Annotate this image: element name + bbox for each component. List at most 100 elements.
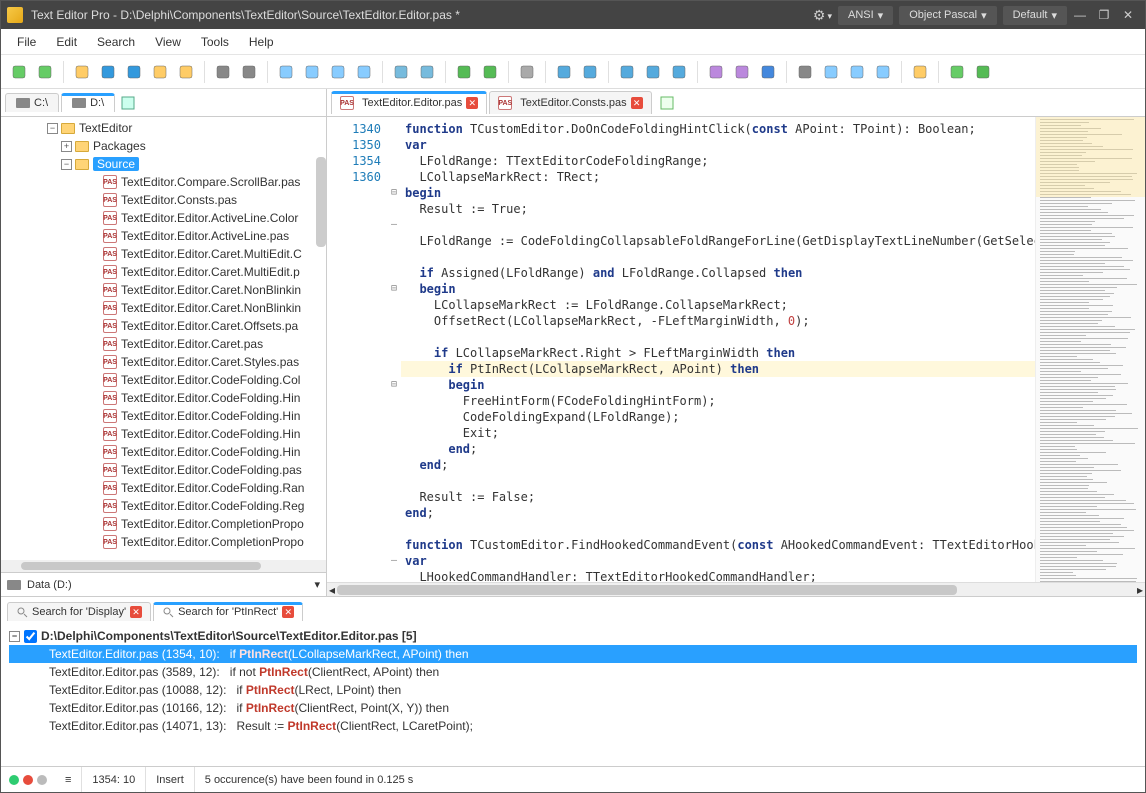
theme-dropdown[interactable]: Default▾: [1003, 6, 1067, 25]
expander-icon[interactable]: −: [61, 159, 72, 170]
compare-3-button[interactable]: [326, 60, 350, 84]
editor-hscroll[interactable]: ◂▸: [327, 582, 1145, 596]
code-line[interactable]: begin: [401, 185, 1035, 201]
tree-item[interactable]: PASTextEditor.Consts.pas: [1, 191, 326, 209]
fold-marker[interactable]: [387, 505, 401, 521]
minimize-button[interactable]: —: [1069, 6, 1091, 24]
tree-item[interactable]: +Packages: [1, 137, 326, 155]
note-button[interactable]: [945, 60, 969, 84]
new-file-plus-button[interactable]: [33, 60, 57, 84]
search-result-row[interactable]: TextEditor.Editor.pas (10166, 12): if Pt…: [9, 699, 1137, 717]
menu-tools[interactable]: Tools: [191, 31, 239, 53]
fold-marker[interactable]: [387, 233, 401, 249]
tree-item[interactable]: PASTextEditor.Editor.Caret.MultiEdit.C: [1, 245, 326, 263]
minimap-viewport[interactable]: [1036, 117, 1145, 197]
search-tab[interactable]: Search for 'Display'✕: [7, 602, 151, 621]
tree-item[interactable]: PASTextEditor.Editor.ActiveLine.Color: [1, 209, 326, 227]
fold-marker[interactable]: [387, 137, 401, 153]
fold-marker[interactable]: [387, 169, 401, 185]
tree-item[interactable]: PASTextEditor.Editor.CodeFolding.Hin: [1, 443, 326, 461]
code-line[interactable]: begin: [401, 281, 1035, 297]
close-icon[interactable]: ✕: [282, 606, 294, 618]
compare-2-button[interactable]: [300, 60, 324, 84]
print-button[interactable]: [211, 60, 235, 84]
menu-help[interactable]: Help: [239, 31, 284, 53]
fold-marker[interactable]: ⊟: [387, 281, 401, 297]
code-area[interactable]: function TCustomEditor.DoOnCodeFoldingHi…: [401, 117, 1035, 582]
open-folder-button[interactable]: [148, 60, 172, 84]
tree-item[interactable]: PASTextEditor.Editor.CodeFolding.Col: [1, 371, 326, 389]
search-result-row[interactable]: TextEditor.Editor.pas (3589, 12): if not…: [9, 663, 1137, 681]
paragraph-button[interactable]: [756, 60, 780, 84]
fold-column[interactable]: ⊟–⊟⊟–: [387, 117, 401, 582]
outdent-button[interactable]: [415, 60, 439, 84]
minimap[interactable]: [1035, 117, 1145, 582]
new-tab-button[interactable]: [654, 92, 680, 114]
tree-item[interactable]: −TextEditor: [1, 119, 326, 137]
close-icon[interactable]: ✕: [631, 97, 643, 109]
language-dropdown[interactable]: Object Pascal▾: [899, 6, 996, 25]
bookmark-button[interactable]: [704, 60, 728, 84]
tree-item[interactable]: PASTextEditor.Editor.Caret.pas: [1, 335, 326, 353]
status-dot-run[interactable]: [9, 775, 19, 785]
fold-marker[interactable]: [387, 393, 401, 409]
code-line[interactable]: Result := True;: [401, 201, 1035, 217]
window-1-button[interactable]: [819, 60, 843, 84]
fold-marker[interactable]: ⊟: [387, 185, 401, 201]
fold-marker[interactable]: –: [387, 217, 401, 233]
sort-desc-button[interactable]: [478, 60, 502, 84]
fold-marker[interactable]: [387, 425, 401, 441]
tree-item[interactable]: PASTextEditor.Editor.ActiveLine.pas: [1, 227, 326, 245]
tree-item[interactable]: PASTextEditor.Editor.CodeFolding.Hin: [1, 389, 326, 407]
code-line[interactable]: LHookedCommandHandler: TTextEditorHooked…: [401, 569, 1035, 582]
code-line[interactable]: [401, 249, 1035, 265]
filter-button[interactable]: [515, 60, 539, 84]
code-line[interactable]: if LCollapseMarkRect.Right > FLeftMargin…: [401, 345, 1035, 361]
fold-marker[interactable]: [387, 441, 401, 457]
save-all-button[interactable]: [122, 60, 146, 84]
tree-item[interactable]: PASTextEditor.Editor.CompletionPropo: [1, 533, 326, 551]
expander-icon[interactable]: −: [47, 123, 58, 134]
code-editor[interactable]: 1340135013541360 ⊟–⊟⊟– function TCustomE…: [327, 117, 1145, 582]
fold-marker[interactable]: [387, 489, 401, 505]
code-line[interactable]: OffsetRect(LCollapseMarkRect, -FLeftMarg…: [401, 313, 1035, 329]
close-icon[interactable]: ✕: [466, 97, 478, 109]
tree-item[interactable]: PASTextEditor.Editor.Caret.MultiEdit.p: [1, 263, 326, 281]
fold-marker[interactable]: [387, 329, 401, 345]
code-line[interactable]: [401, 329, 1035, 345]
fold-marker[interactable]: [387, 521, 401, 537]
fold-marker[interactable]: [387, 313, 401, 329]
maximize-button[interactable]: ❐: [1093, 6, 1115, 24]
close-button[interactable]: ✕: [1117, 6, 1139, 24]
code-line[interactable]: [401, 217, 1035, 233]
tree-item[interactable]: PASTextEditor.Editor.CodeFolding.Hin: [1, 425, 326, 443]
search-results-body[interactable]: − D:\Delphi\Components\TextEditor\Source…: [1, 623, 1145, 766]
fold-marker[interactable]: [387, 249, 401, 265]
file-tab[interactable]: PASTextEditor.Editor.pas✕: [331, 91, 487, 114]
window-2-button[interactable]: [845, 60, 869, 84]
fold-marker[interactable]: [387, 121, 401, 137]
open-folder-alt-button[interactable]: [174, 60, 198, 84]
fold-marker[interactable]: [387, 297, 401, 313]
search-tab[interactable]: Search for 'PtInRect'✕: [153, 602, 303, 621]
code-line[interactable]: end;: [401, 457, 1035, 473]
select-button[interactable]: [793, 60, 817, 84]
new-file-button[interactable]: [7, 60, 31, 84]
undo-button[interactable]: [552, 60, 576, 84]
search-result-row[interactable]: TextEditor.Editor.pas (1354, 10): if PtI…: [9, 645, 1137, 663]
drive-footer[interactable]: Data (D:) ▾: [1, 572, 326, 596]
tree-item[interactable]: PASTextEditor.Editor.CodeFolding.pas: [1, 461, 326, 479]
tree-item[interactable]: PASTextEditor.Editor.Caret.NonBlinkin: [1, 281, 326, 299]
tree-item[interactable]: PASTextEditor.Editor.CompletionPropo: [1, 515, 326, 533]
drive-tab[interactable]: D:\: [61, 93, 115, 112]
code-line[interactable]: LCollapseMarkRect: TRect;: [401, 169, 1035, 185]
fold-marker[interactable]: [387, 537, 401, 553]
tree-item[interactable]: −Source: [1, 155, 326, 173]
fold-marker[interactable]: [387, 265, 401, 281]
find-button[interactable]: [615, 60, 639, 84]
code-line[interactable]: [401, 473, 1035, 489]
print-preview-button[interactable]: [237, 60, 261, 84]
file-checkbox[interactable]: [24, 630, 37, 643]
drive-tab[interactable]: C:\: [5, 93, 59, 112]
tree-hscroll[interactable]: [1, 560, 326, 572]
